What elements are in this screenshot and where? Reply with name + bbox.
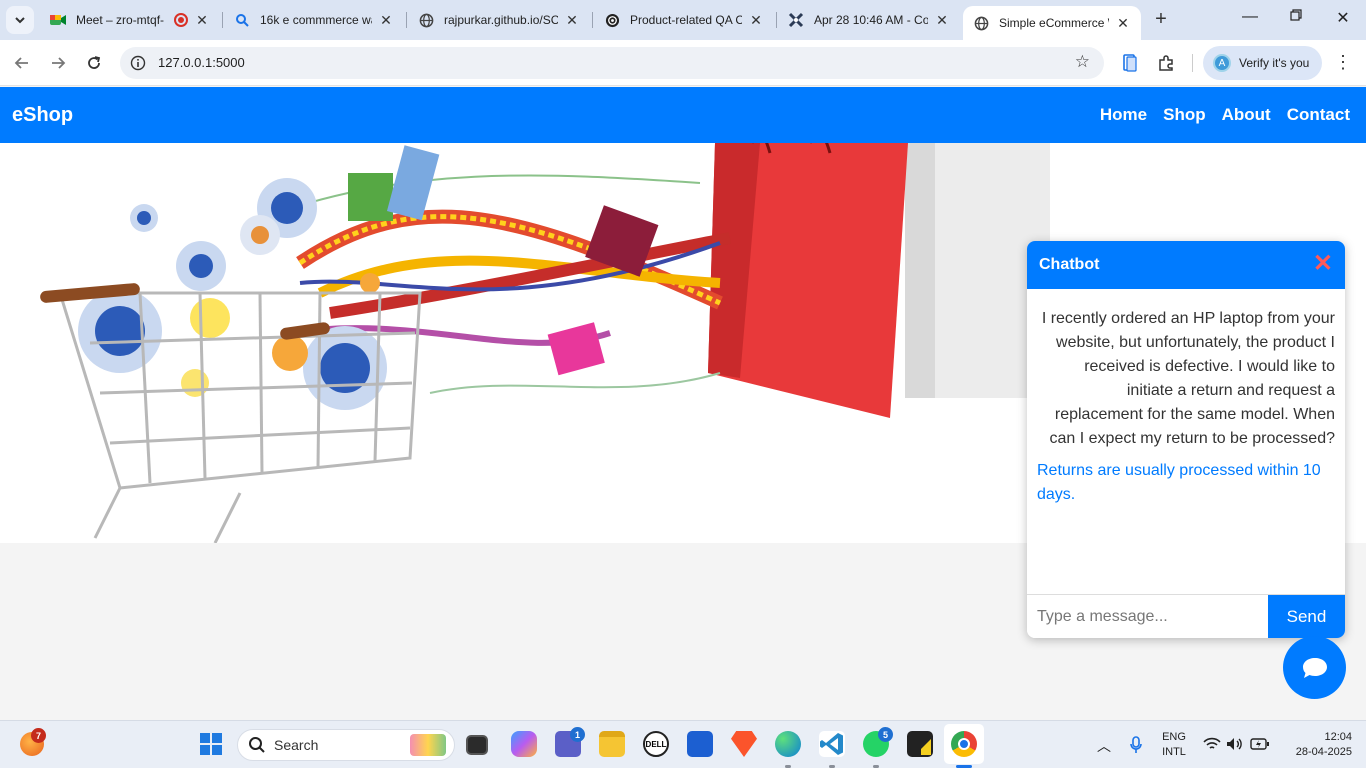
chat-bubble-icon (1302, 657, 1327, 678)
chevron-down-icon (15, 17, 25, 24)
taskbar-search[interactable]: Search (237, 729, 455, 761)
browser-tab-meet[interactable]: Meet – zro-mtqf- ✕ (40, 6, 220, 34)
recording-icon (174, 13, 188, 27)
back-arrow-icon (14, 57, 28, 69)
browser-tab-recording[interactable]: Apr 28 10:46 AM - Co ✕ (778, 6, 960, 34)
app-icon (788, 12, 804, 28)
tab-divider (592, 12, 593, 28)
user-message: I recently ordered an HP laptop from you… (1041, 310, 1335, 447)
language-indicator[interactable]: ENG INTL (1158, 730, 1190, 760)
browser-tab-qa[interactable]: Product-related QA C ✕ (594, 6, 774, 34)
nav-about[interactable]: About (1222, 105, 1271, 125)
close-tab-icon[interactable]: ✕ (194, 12, 210, 29)
search-icon (249, 737, 265, 753)
task-view-icon[interactable] (466, 735, 488, 755)
close-tab-icon[interactable]: ✕ (1115, 15, 1131, 32)
browser-toolbar: 127.0.0.1:5000 ☆ A Verify it's you ⋮ (0, 40, 1366, 86)
close-tab-icon[interactable]: ✕ (934, 12, 950, 29)
file-explorer-icon[interactable] (599, 731, 625, 757)
reading-list-icon[interactable] (1119, 52, 1141, 74)
nav-links: Home Shop About Contact (1100, 105, 1350, 125)
browser-tab-active[interactable]: Simple eCommerce W ✕ (963, 6, 1141, 40)
search-label: Search (274, 737, 319, 753)
extensions-icon[interactable] (1155, 52, 1177, 74)
search-highlight-icon (410, 734, 446, 756)
profile-button[interactable]: A Verify it's you (1203, 46, 1322, 80)
windows-logo-icon (200, 733, 210, 743)
chatbot-header: Chatbot ✕ (1027, 241, 1345, 289)
site-info-icon[interactable] (130, 55, 146, 71)
site-navbar: eShop Home Shop About Contact (0, 87, 1366, 143)
bookmark-star-icon[interactable]: ☆ (1075, 52, 1090, 72)
tab-divider (406, 12, 407, 28)
openai-icon (604, 12, 620, 28)
close-window-button[interactable]: ✕ (1331, 8, 1355, 28)
profile-label: Verify it's you (1239, 56, 1310, 70)
sticky-notes-icon[interactable] (907, 731, 933, 757)
browser-tab-strip: Meet – zro-mtqf- ✕ 16k e commmerce wa ✕ … (0, 0, 1366, 40)
search-icon (234, 12, 250, 28)
volume-icon[interactable] (1226, 737, 1244, 751)
forward-button[interactable] (47, 52, 69, 74)
wifi-icon[interactable] (1203, 737, 1221, 751)
bot-message: Returns are usually processed within 10 … (1037, 462, 1321, 503)
edge-browser-icon[interactable] (775, 731, 801, 757)
windows-taskbar: 7 Search 1 DELL 5 ︿ ENG INTL 12:04 28-04… (0, 720, 1366, 768)
address-bar[interactable]: 127.0.0.1:5000 ☆ (120, 47, 1104, 79)
chatbot-title: Chatbot (1039, 256, 1100, 273)
reload-button[interactable] (83, 52, 105, 74)
copilot-icon[interactable] (511, 731, 537, 757)
chatbot-window: Chatbot ✕ I recently ordered an HP lapto… (1027, 241, 1345, 638)
send-button[interactable]: Send (1268, 595, 1345, 638)
microsoft-store-icon[interactable] (687, 731, 713, 757)
tab-search-button[interactable] (6, 6, 34, 34)
back-button[interactable] (11, 52, 33, 74)
nav-shop[interactable]: Shop (1163, 105, 1206, 125)
avatar: A (1213, 54, 1231, 72)
new-tab-button[interactable]: + (1150, 8, 1172, 31)
chat-input-row: Send (1027, 594, 1345, 638)
tab-divider (222, 12, 223, 28)
forward-arrow-icon (52, 57, 66, 69)
restore-icon (1290, 9, 1302, 21)
toolbar-divider (1192, 54, 1193, 72)
chat-toggle-button[interactable] (1283, 636, 1346, 699)
close-tab-icon[interactable]: ✕ (564, 12, 580, 29)
chat-message-input[interactable] (1027, 595, 1268, 638)
chat-messages: I recently ordered an HP laptop from you… (1027, 289, 1345, 595)
microphone-icon[interactable] (1129, 736, 1143, 754)
chrome-taskbar-active[interactable] (944, 724, 984, 764)
show-hidden-icons-chevron-icon[interactable]: ︿ (1097, 736, 1111, 756)
notification-badge: 7 (31, 728, 46, 743)
close-tab-icon[interactable]: ✕ (748, 12, 764, 29)
browser-tab-search[interactable]: 16k e commmerce wa ✕ (224, 6, 404, 34)
maximize-button[interactable] (1284, 8, 1308, 26)
reload-icon (88, 56, 101, 69)
url-text: 127.0.0.1:5000 (158, 55, 245, 70)
globe-icon (973, 15, 989, 31)
battery-icon[interactable] (1250, 738, 1270, 750)
chatbot-close-icon[interactable]: ✕ (1313, 252, 1333, 276)
nav-contact[interactable]: Contact (1287, 105, 1350, 125)
vscode-icon[interactable] (819, 731, 845, 757)
browser-tab-squad[interactable]: rajpurkar.github.io/SC ✕ (408, 6, 590, 34)
whatsapp-badge: 5 (878, 727, 893, 742)
close-tab-icon[interactable]: ✕ (378, 12, 394, 29)
dell-icon[interactable]: DELL (643, 731, 669, 757)
start-button[interactable] (200, 733, 222, 755)
minimize-button[interactable]: — (1238, 8, 1262, 26)
google-meet-icon (50, 12, 66, 28)
globe-icon (418, 12, 434, 28)
tab-divider (776, 12, 777, 28)
teams-badge: 1 (570, 727, 585, 742)
clock[interactable]: 12:04 28-04-2025 (1282, 730, 1352, 760)
brave-browser-icon[interactable] (731, 731, 757, 757)
browser-menu-icon[interactable]: ⋮ (1334, 52, 1352, 73)
nav-home[interactable]: Home (1100, 105, 1147, 125)
site-brand[interactable]: eShop (12, 104, 73, 127)
